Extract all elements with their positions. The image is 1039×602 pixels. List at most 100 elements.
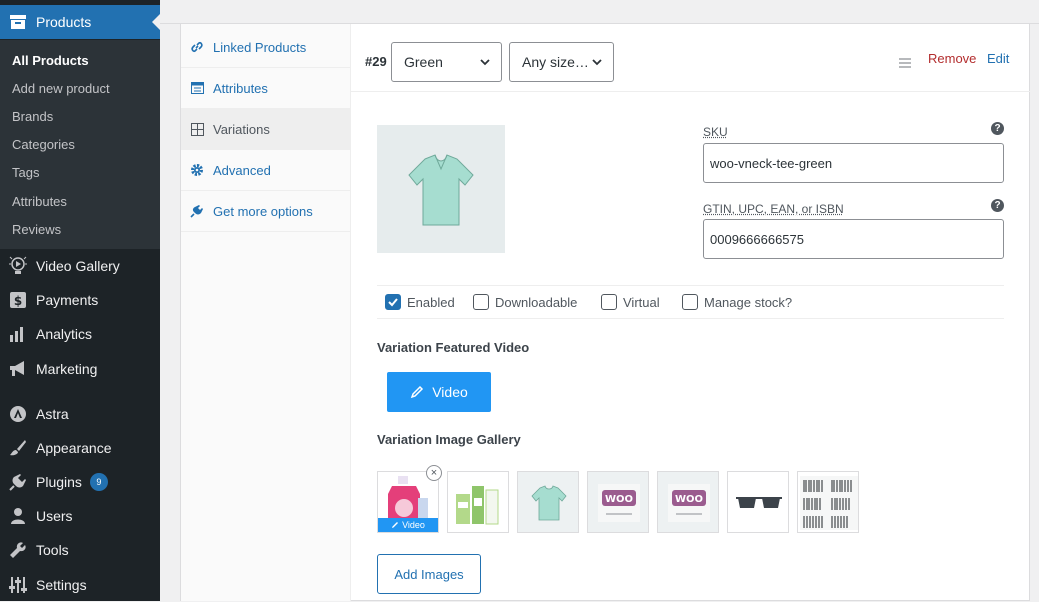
gtin-input[interactable]: 0009666666575: [703, 219, 1004, 259]
plug-icon: [181, 204, 213, 218]
variation-header: #29 Green Any size… Remove Edit: [351, 24, 1030, 92]
menu-video-gallery-label: Video Gallery: [36, 258, 120, 274]
menu-settings[interactable]: Settings: [0, 568, 160, 602]
pencil-icon: [391, 521, 399, 529]
menu-products[interactable]: Products: [0, 5, 160, 39]
enabled-label: Enabled: [407, 295, 455, 310]
gallery-thumb-woo-poster-1[interactable]: WOO: [587, 471, 649, 533]
menu-products-label: Products: [36, 14, 91, 30]
tab-attributes[interactable]: Attributes: [181, 68, 350, 109]
menu-appearance[interactable]: Appearance: [0, 431, 160, 465]
gallery-thumb-tshirt[interactable]: [517, 471, 579, 533]
variation-image[interactable]: [377, 125, 505, 253]
tab-linked-products[interactable]: Linked Products: [181, 27, 350, 68]
tshirt-image: [377, 125, 505, 253]
tab-advanced[interactable]: Advanced: [181, 150, 350, 191]
submenu-add-new-product[interactable]: Add new product: [12, 81, 110, 96]
archive-icon: [0, 14, 36, 30]
menu-marketing[interactable]: Marketing: [0, 352, 160, 386]
drag-handle-icon[interactable]: [899, 55, 911, 73]
submenu-brands[interactable]: Brands: [12, 109, 53, 124]
gallery-thumb-sunglasses[interactable]: [727, 471, 789, 533]
edit-variation-link[interactable]: Edit: [987, 51, 1009, 66]
lightbulb-icon: [0, 255, 36, 277]
enabled-checkbox[interactable]: Enabled: [385, 294, 455, 310]
menu-video-gallery[interactable]: Video Gallery: [0, 249, 160, 283]
virtual-label: Virtual: [623, 295, 660, 310]
help-icon[interactable]: ?: [991, 199, 1004, 212]
link-icon: [181, 40, 213, 54]
tshirt-image: [518, 472, 579, 533]
products-submenu: All Products Add new product Brands Cate…: [0, 40, 160, 249]
manage-stock-label: Manage stock?: [704, 295, 792, 310]
remove-image-icon[interactable]: ×: [426, 465, 442, 481]
tab-linked-products-label: Linked Products: [213, 40, 306, 55]
gallery-thumb-skincare[interactable]: [447, 471, 509, 533]
skincare-products-image: [448, 472, 509, 533]
menu-plugins[interactable]: Plugins 9: [0, 465, 160, 499]
sku-input[interactable]: woo-vneck-tee-green: [703, 143, 1004, 183]
admin-sidebar: Products All Products Add new product Br…: [0, 0, 160, 601]
astra-logo-icon: [0, 405, 36, 423]
menu-analytics[interactable]: Analytics: [0, 317, 160, 351]
plug-icon: [0, 473, 36, 491]
video-button[interactable]: Video: [387, 372, 491, 412]
menu-analytics-label: Analytics: [36, 326, 92, 342]
featured-video-title: Variation Featured Video: [377, 340, 529, 355]
add-images-button[interactable]: Add Images: [377, 554, 481, 594]
downloadable-label: Downloadable: [495, 295, 577, 310]
submenu-tags[interactable]: Tags: [12, 165, 39, 180]
gallery-thumb-woo-poster-2[interactable]: WOO: [657, 471, 719, 533]
submenu-reviews[interactable]: Reviews: [12, 222, 61, 237]
product-data-tabs: Linked Products Attributes Variations Ad…: [181, 24, 351, 601]
gtin-value: 0009666666575: [710, 232, 804, 247]
wrench-icon: [0, 541, 36, 559]
gallery-video-badge: Video: [378, 518, 438, 532]
downloadable-checkbox[interactable]: Downloadable: [473, 294, 577, 310]
variation-number: #29: [365, 54, 387, 69]
tab-get-more-options[interactable]: Get more options: [181, 191, 350, 232]
barcode-labels-image: [798, 472, 859, 533]
menu-tools[interactable]: Tools: [0, 533, 160, 567]
svg-text:WOO: WOO: [605, 494, 633, 505]
menu-astra[interactable]: Astra: [0, 397, 160, 431]
megaphone-icon: [0, 360, 36, 378]
manage-stock-checkbox[interactable]: Manage stock?: [682, 294, 792, 310]
menu-tools-label: Tools: [36, 542, 69, 558]
video-button-label: Video: [432, 384, 468, 400]
gallery-thumb-bottle[interactable]: Video: [377, 471, 439, 533]
checkbox-checked-icon: [385, 294, 401, 310]
menu-marketing-label: Marketing: [36, 361, 97, 377]
size-select-value: Any size…: [522, 54, 589, 70]
gallery-title: Variation Image Gallery: [377, 432, 521, 447]
chevron-down-icon: [591, 56, 603, 68]
remove-variation-link[interactable]: Remove: [928, 51, 976, 66]
tab-variations[interactable]: Variations: [181, 109, 350, 150]
virtual-checkbox[interactable]: Virtual: [601, 294, 660, 310]
color-select[interactable]: Green: [391, 42, 502, 82]
checkbox-icon: [473, 294, 489, 310]
svg-text:$: $: [14, 294, 22, 308]
grid-icon: [181, 123, 213, 136]
sunglasses-image: [728, 472, 789, 533]
menu-users[interactable]: Users: [0, 499, 160, 533]
checkbox-icon: [682, 294, 698, 310]
menu-plugins-label: Plugins: [36, 474, 82, 490]
submenu-attributes[interactable]: Attributes: [12, 194, 67, 209]
pencil-icon: [410, 385, 424, 399]
menu-payments[interactable]: $ Payments: [0, 283, 160, 317]
chevron-down-icon: [479, 56, 491, 68]
tab-attributes-label: Attributes: [213, 81, 268, 96]
list-box-icon: [181, 82, 213, 94]
sku-value: woo-vneck-tee-green: [710, 156, 832, 171]
menu-payments-label: Payments: [36, 292, 98, 308]
gear-icon: [181, 163, 213, 177]
size-select[interactable]: Any size…: [509, 42, 614, 82]
gtin-label: GTIN, UPC, EAN, or ISBN: [703, 202, 844, 216]
menu-settings-label: Settings: [36, 577, 87, 593]
checkbox-icon: [601, 294, 617, 310]
gallery-thumb-barcodes[interactable]: [797, 471, 859, 533]
submenu-categories[interactable]: Categories: [12, 137, 75, 152]
help-icon[interactable]: ?: [991, 122, 1004, 135]
submenu-all-products[interactable]: All Products: [12, 53, 89, 68]
